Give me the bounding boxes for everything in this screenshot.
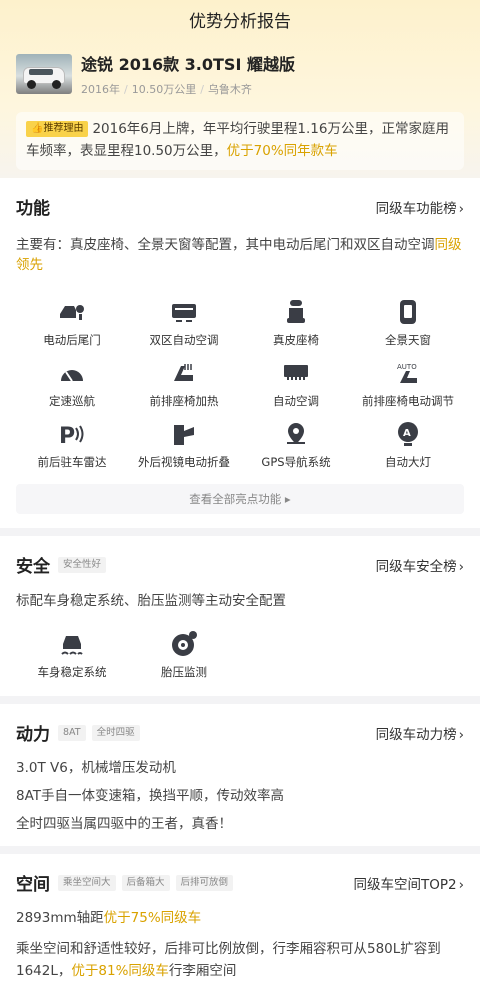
- chevron-right-icon: ›: [458, 726, 464, 743]
- feature-stability-control[interactable]: 车身稳定系统: [16, 629, 128, 680]
- feature-seat-heating[interactable]: 前排座椅加热: [128, 358, 240, 409]
- top-header-section: 优势分析报告 途锐 2016款 3.0TSI 耀越版 2016年/10.50万公…: [0, 0, 480, 178]
- panoramic-sunroof-icon: [393, 297, 423, 327]
- function-grid: 电动后尾门 双区自动空调 真皮座椅 全景天窗 定速巡航 前排座椅加热 自动空调 …: [16, 297, 464, 470]
- seat-heating-icon: [169, 358, 199, 388]
- feature-cruise-control[interactable]: 定速巡航: [16, 358, 128, 409]
- car-mileage: 10.50万公里: [131, 83, 197, 96]
- reason-highlight: 优于70%同年款车: [226, 143, 338, 159]
- tire-pressure-icon: [169, 629, 199, 659]
- space-chip: 后排可放倒: [175, 874, 234, 891]
- function-rank-link[interactable]: 同级车功能榜 ›: [376, 197, 464, 217]
- space-chip: 后备箱大: [121, 874, 170, 891]
- space-chip: 乘坐空间大: [58, 874, 116, 891]
- safety-title: 安全: [16, 557, 50, 577]
- recommend-reason-tag: 👍推荐理由: [26, 121, 89, 137]
- power-card: 动力 8AT 全时四驱 同级车动力榜 › 3.0T V6，机械增压发动机 8AT手自一…: [0, 704, 480, 846]
- power-tailgate-icon: [57, 297, 87, 327]
- space-desc: 乘坐空间和舒适性较好，后排可比例放倒，行李厢容积可从580L扩容到1642L，优…: [16, 941, 441, 979]
- power-line: 8AT手自一体变速箱，换挡平顺，传动效率高: [16, 788, 285, 804]
- space-wheelbase: 2893mm轴距优于75%同级车: [16, 910, 202, 926]
- space-rank-link[interactable]: 同级车空间TOP2 ›: [353, 873, 464, 893]
- feature-gps[interactable]: GPS导航系统: [240, 419, 352, 470]
- function-title: 功能: [16, 199, 50, 219]
- svg-text:AUTO: AUTO: [397, 363, 417, 371]
- chevron-right-icon: ›: [458, 200, 464, 217]
- recommend-reason: 👍推荐理由 2016年6月上牌，年平均行驶里程1.16万公里，正常家庭用车频率，表…: [16, 112, 464, 170]
- chevron-right-icon: ›: [458, 558, 464, 575]
- car-meta: 2016年/10.50万公里 / 乌鲁木齐: [81, 83, 252, 96]
- power-rank-link[interactable]: 同级车动力榜 ›: [376, 723, 464, 743]
- feature-power-seat[interactable]: AUTO 前排座椅电动调节: [352, 358, 464, 409]
- feature-leather-seat[interactable]: 真皮座椅: [240, 297, 352, 348]
- feature-mirror-fold[interactable]: 外后视镜电动折叠: [128, 419, 240, 470]
- feature-parking-radar[interactable]: P 前后驻车雷达: [16, 419, 128, 470]
- safety-rank-link[interactable]: 同级车安全榜 ›: [376, 555, 464, 575]
- space-wheelbase-highlight: 优于75%同级车: [103, 910, 202, 926]
- space-desc-highlight: 优于81%同级车: [71, 963, 169, 979]
- feature-dual-zone-ac[interactable]: 双区自动空调: [128, 297, 240, 348]
- feature-auto-ac[interactable]: 自动空调: [240, 358, 352, 409]
- auto-headlight-icon: A: [393, 419, 423, 449]
- power-line: 3.0T V6，机械增压发动机: [16, 760, 176, 776]
- car-name: 途锐 2016款 3.0TSI 耀越版: [81, 55, 295, 74]
- parking-radar-icon: P: [57, 419, 87, 449]
- gps-icon: [281, 419, 311, 449]
- space-title: 空间: [16, 875, 50, 895]
- leather-seat-icon: [281, 297, 311, 327]
- car-year: 2016年: [81, 83, 120, 96]
- feature-tire-pressure[interactable]: 胎压监测: [128, 629, 240, 680]
- power-chip: 全时四驱: [91, 724, 140, 741]
- chevron-right-icon: ›: [458, 876, 464, 893]
- function-card: 功能 同级车功能榜 › 主要有：真皮座椅、全景天窗等配置，其中电动后尾门和双区自动…: [0, 178, 480, 528]
- safety-card: 安全 安全性好 同级车安全榜 › 标配车身稳定系统、胎压监测等主动安全配置 车身稳定…: [0, 536, 480, 696]
- thumbs-up-icon: 👍: [31, 123, 44, 134]
- feature-panoramic-sunroof[interactable]: 全景天窗: [352, 297, 464, 348]
- svg-text:P: P: [59, 424, 75, 446]
- safety-desc: 标配车身稳定系统、胎压监测等主动安全配置: [16, 593, 286, 609]
- feature-auto-headlight[interactable]: A 自动大灯: [352, 419, 464, 470]
- power-seat-icon: AUTO: [393, 358, 423, 388]
- power-line: 全时四驱当属四驱中的王者，真香！: [16, 816, 232, 832]
- view-all-features-button[interactable]: 查看全部亮点功能 ▸: [16, 484, 464, 514]
- dual-zone-ac-icon: [169, 297, 199, 327]
- safety-chip: 安全性好: [58, 556, 107, 573]
- auto-ac-icon: [281, 358, 311, 388]
- car-city: 乌鲁木齐: [207, 83, 252, 96]
- power-title: 动力: [16, 725, 50, 745]
- svg-text:A: A: [403, 428, 411, 439]
- mirror-fold-icon: [169, 419, 199, 449]
- power-chip: 8AT: [58, 724, 86, 741]
- cruise-control-icon: [57, 358, 87, 388]
- car-summary[interactable]: 途锐 2016款 3.0TSI 耀越版 2016年/10.50万公里 / 乌鲁木齐: [16, 51, 464, 97]
- function-desc: 主要有：真皮座椅、全景天窗等配置，其中电动后尾门和双区自动空调同级领先: [16, 237, 462, 273]
- stability-control-icon: [57, 629, 87, 659]
- space-card: 空间 乘坐空间大 后备箱大 后排可放倒 同级车空间TOP2 › 2893mm轴距优于75…: [0, 854, 480, 986]
- safety-grid: 车身稳定系统 胎压监测: [16, 629, 464, 680]
- car-thumbnail[interactable]: [16, 54, 72, 94]
- feature-power-tailgate[interactable]: 电动后尾门: [16, 297, 128, 348]
- page-title: 优势分析报告: [189, 12, 291, 32]
